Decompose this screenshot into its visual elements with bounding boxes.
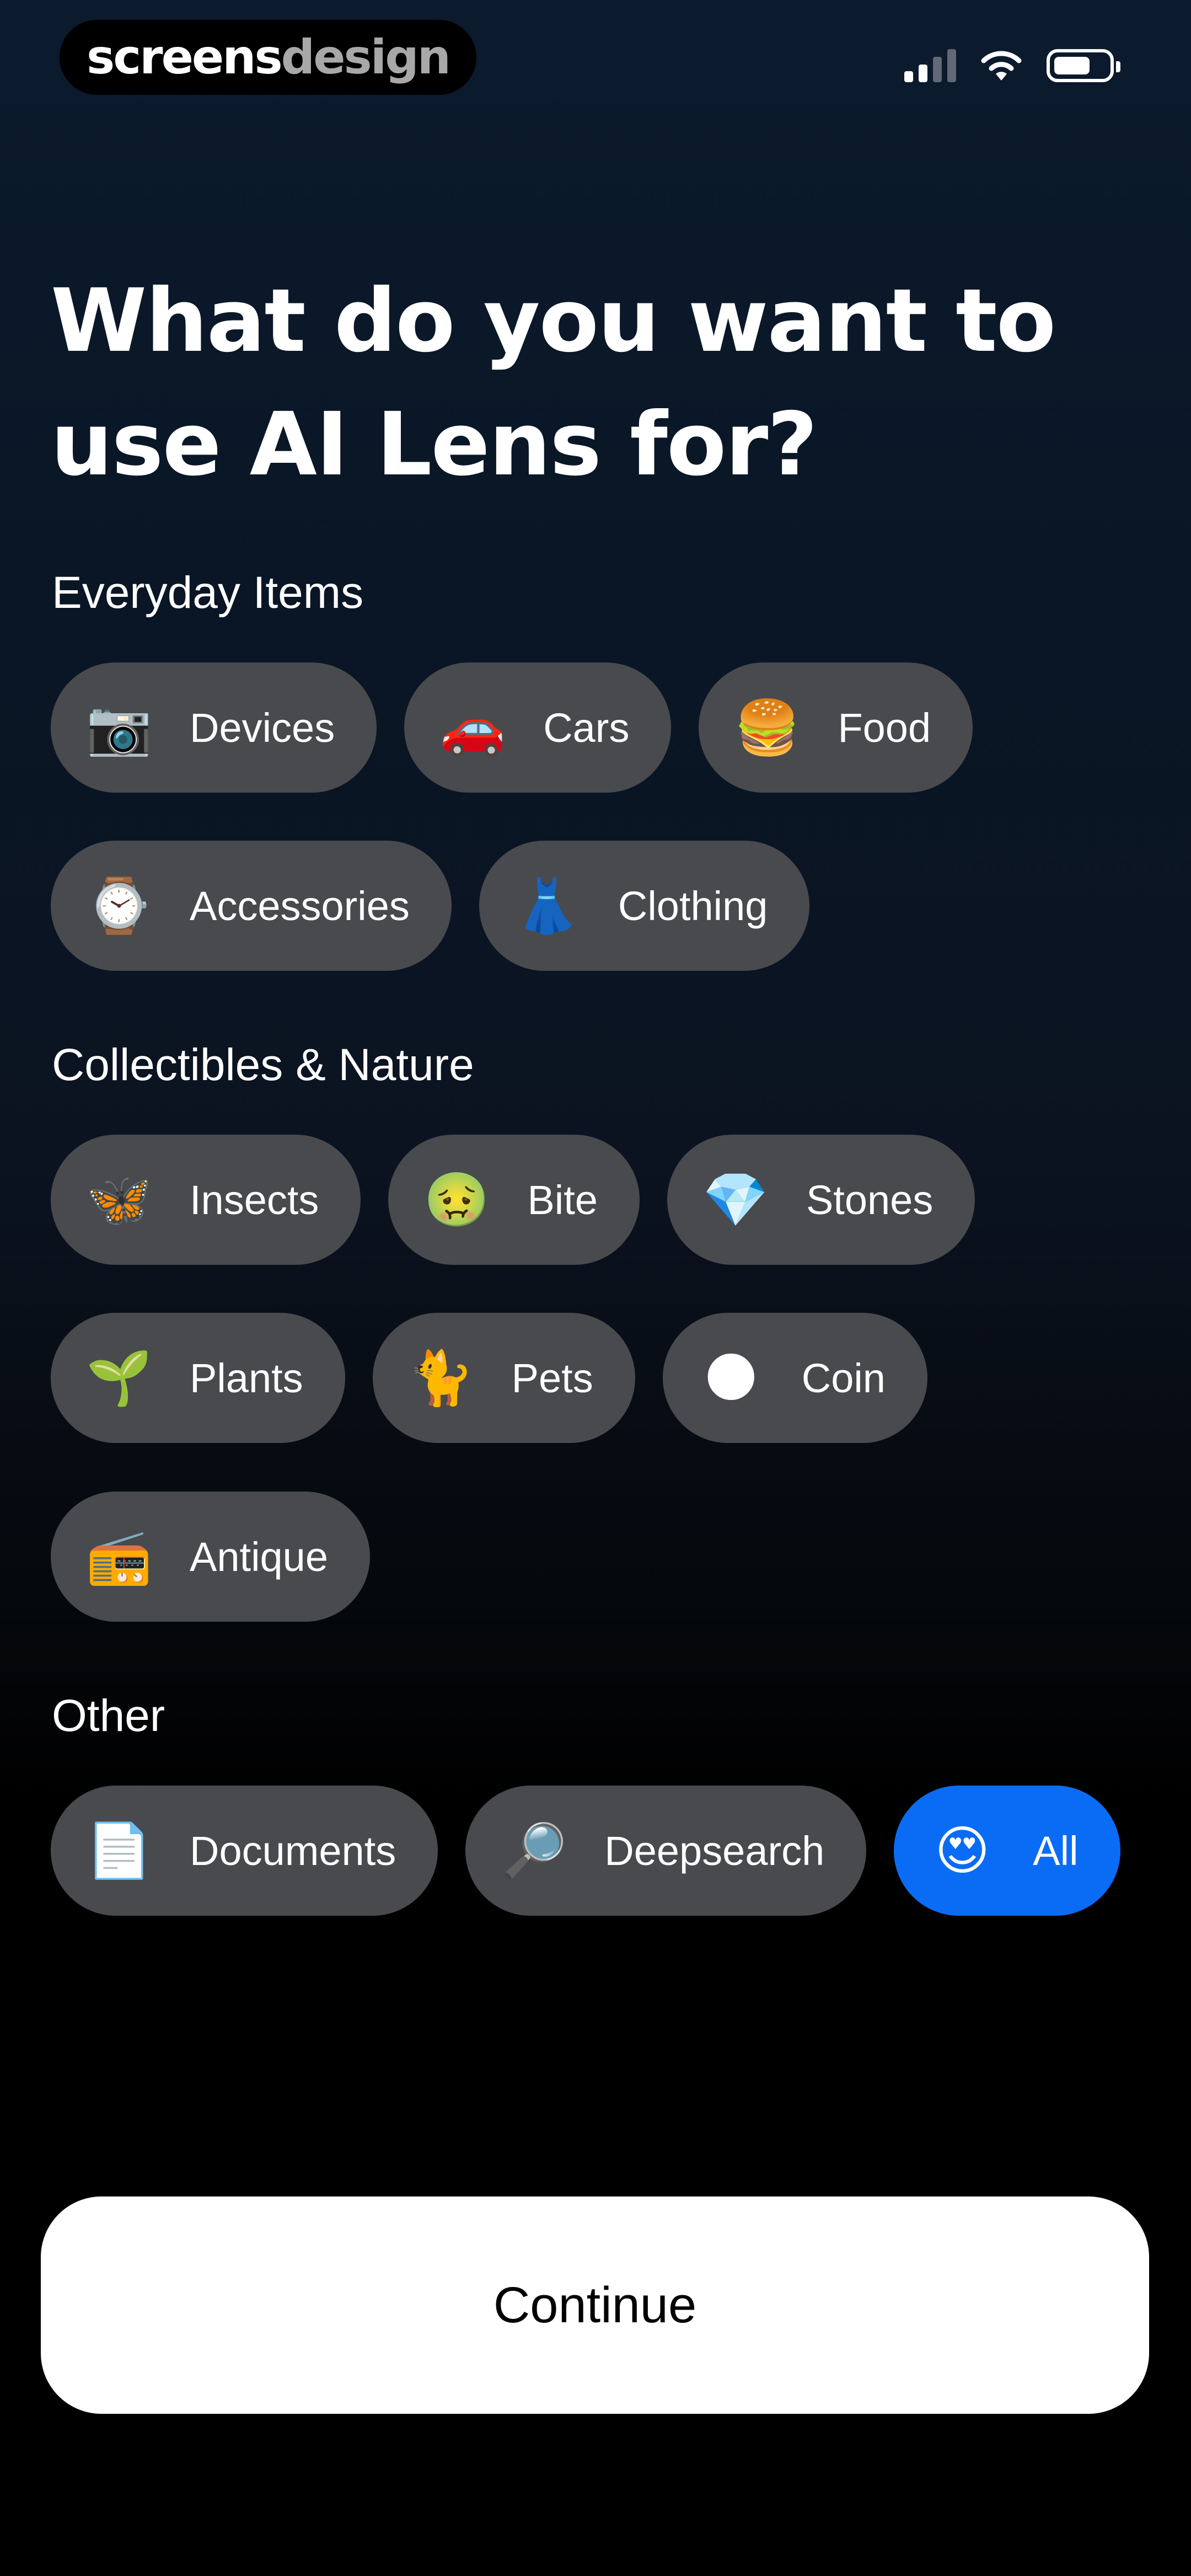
chip-label: Plants [190, 1355, 303, 1401]
page-title: What do you want to use AI Lens for? [51, 270, 1056, 495]
chip-row: ⌚ Accessories 👗 Clothing [51, 841, 810, 971]
butterfly-icon: 🦋 [86, 1169, 152, 1231]
chip-label: Cars [543, 704, 630, 751]
brand-logo-part1: screens [87, 30, 283, 85]
chip-insects[interactable]: 🦋 Insects [51, 1135, 361, 1265]
chip-stones[interactable]: 💎 Stones [667, 1135, 975, 1265]
section-label-other: Other [52, 1691, 165, 1741]
chip-label: All [1033, 1827, 1079, 1874]
dress-icon: 👗 [514, 875, 581, 937]
watch-icon: ⌚ [86, 875, 152, 937]
chip-devices[interactable]: 📷 Devices [51, 662, 377, 793]
burger-icon: 🍔 [734, 697, 801, 758]
chip-label: Accessories [190, 883, 410, 929]
continue-button-label: Continue [493, 2276, 697, 2333]
chip-label: Deepsearch [604, 1827, 825, 1874]
chip-label: Documents [190, 1827, 396, 1874]
brand-logo: screens design [60, 20, 476, 95]
chip-row: 📷 Devices 🚗 Cars 🍔 Food [51, 662, 973, 793]
cat-icon: 🐈 [407, 1347, 474, 1409]
chip-label: Devices [190, 704, 335, 751]
coin-icon: 🌑 [703, 1347, 759, 1409]
document-icon: 📄 [86, 1820, 152, 1882]
gem-icon: 💎 [702, 1169, 769, 1231]
chip-coin[interactable]: 🌑 Coin [662, 1313, 927, 1443]
chip-row: 📄 Documents 🔎 Deepsearch 😍 All [51, 1786, 1120, 1916]
chip-row: 🦋 Insects 🤢 Bite 💎 Stones [51, 1135, 975, 1265]
nauseated-face-icon: 🤢 [423, 1169, 490, 1231]
chip-label: Food [838, 704, 931, 751]
chip-label: Insects [190, 1177, 319, 1223]
chip-label: Pets [511, 1355, 593, 1401]
chip-deepsearch[interactable]: 🔎 Deepsearch [465, 1786, 867, 1916]
wifi-icon [981, 51, 1022, 81]
brand-logo-part2: design [281, 30, 451, 85]
chip-cars[interactable]: 🚗 Cars [404, 662, 672, 793]
chip-bite[interactable]: 🤢 Bite [388, 1135, 640, 1265]
battery-icon [1047, 49, 1120, 82]
chip-label: Clothing [618, 883, 768, 929]
chip-all[interactable]: 😍 All [894, 1786, 1120, 1916]
section-label-collectibles-nature: Collectibles & Nature [52, 1040, 474, 1090]
chip-label: Antique [190, 1533, 328, 1580]
chip-label: Stones [806, 1177, 934, 1223]
signal-icon [904, 49, 956, 82]
heart-eyes-icon: 😍 [935, 1820, 990, 1882]
chip-row: 📻 Antique [51, 1492, 370, 1622]
chip-label: Coin [801, 1355, 886, 1401]
seedling-icon: 🌱 [86, 1347, 152, 1409]
chip-clothing[interactable]: 👗 Clothing [479, 841, 810, 971]
status-bar [904, 49, 1120, 83]
camera-icon: 📷 [86, 697, 152, 758]
chip-accessories[interactable]: ⌚ Accessories [51, 841, 452, 971]
chip-food[interactable]: 🍔 Food [699, 662, 973, 793]
chip-documents[interactable]: 📄 Documents [51, 1786, 438, 1916]
chip-pets[interactable]: 🐈 Pets [372, 1313, 635, 1443]
car-icon: 🚗 [439, 697, 506, 758]
chip-label: Bite [527, 1177, 598, 1223]
continue-button[interactable]: Continue [41, 2196, 1149, 2414]
chip-plants[interactable]: 🌱 Plants [51, 1313, 345, 1443]
section-label-everyday-items: Everyday Items [52, 568, 364, 618]
onboarding-screen: screens design What do you want to use AI… [0, 0, 1191, 2576]
chip-row: 🌱 Plants 🐈 Pets 🌑 Coin [51, 1313, 927, 1443]
radio-icon: 📻 [86, 1526, 152, 1588]
chip-antique[interactable]: 📻 Antique [51, 1492, 370, 1622]
magnifier-icon: 🔎 [501, 1820, 567, 1882]
